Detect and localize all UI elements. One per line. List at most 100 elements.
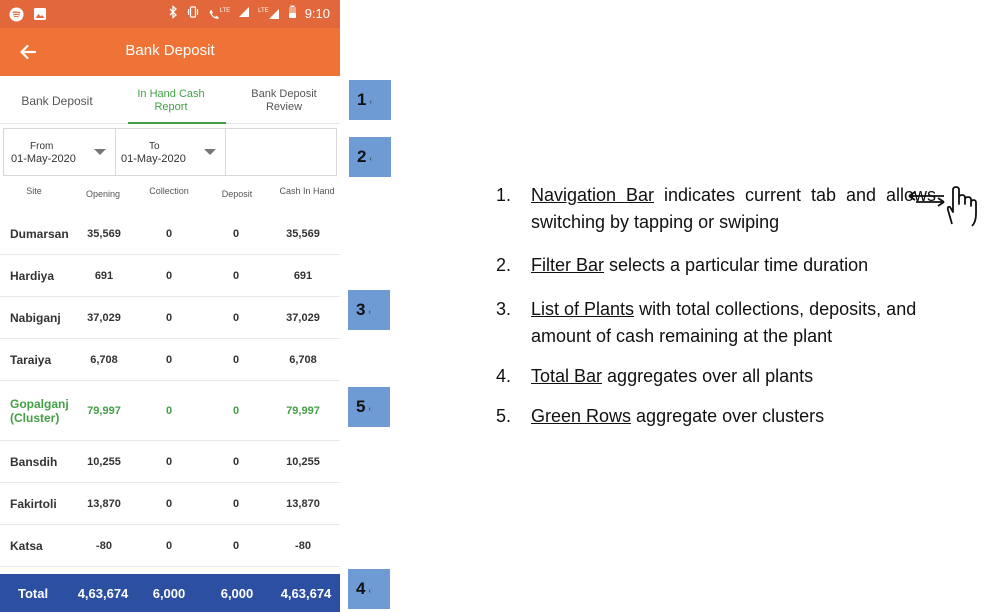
annotation-number: 5. <box>496 406 512 426</box>
annotation-number: 3. <box>496 299 512 319</box>
callout-tick: ‹ <box>369 98 372 106</box>
collection-value: 0 <box>165 311 173 324</box>
table-row[interactable]: Hardiya 691 0 0 691 <box>0 255 340 297</box>
tab-in-hand-cash-report[interactable]: In Hand Cash Report <box>114 78 228 124</box>
collection-value: 0 <box>165 353 173 366</box>
table-row[interactable]: Fakirtoli 13,870 0 0 13,870 <box>0 483 340 525</box>
cash-in-hand-value: -80 <box>295 539 311 552</box>
callout-tick: ‹ <box>368 308 371 316</box>
cash-in-hand-value: 37,029 <box>286 311 320 324</box>
tab-bank-deposit-review-label: Bank Deposit Review <box>251 88 317 113</box>
callout-number: 4 <box>356 579 366 598</box>
annotation-key: Navigation Bar <box>531 185 655 205</box>
cash-in-hand-value: 6,708 <box>289 353 317 366</box>
collection-value: 0 <box>165 269 173 282</box>
chevron-down-icon <box>204 149 216 155</box>
deposit-value: 0 <box>232 539 240 552</box>
spotify-icon <box>8 6 24 22</box>
annotation-number: 4. <box>496 366 512 386</box>
site-name: Gopalganj (Cluster) <box>10 396 69 425</box>
filter-bar: From 01-May-2020 To 01-May-2020 <box>3 128 337 176</box>
table-row[interactable]: Dumarsan 35,569 0 0 35,569 <box>0 213 340 255</box>
deposit-value: 0 <box>232 227 240 240</box>
phone-screen: LTE LTE 9:10 Bank Deposit Bank Deposit I… <box>0 0 340 612</box>
callout-number: 5 <box>356 397 366 416</box>
annotation-key: Green Rows <box>531 406 632 426</box>
tab-bank-deposit-review[interactable]: Bank Deposit Review <box>228 78 340 124</box>
annotation-key: Filter Bar <box>531 255 605 275</box>
lte-call-icon: LTE <box>208 7 231 20</box>
deposit-value: 0 <box>232 404 240 417</box>
annotation-rest: aggregate over clusters <box>631 406 825 426</box>
column-header-site: Site <box>26 186 42 196</box>
total-collection: 6,000 <box>152 585 186 601</box>
callout-badge-5: 5 ‹ <box>348 387 390 427</box>
from-label: From <box>30 141 54 152</box>
image-icon <box>32 6 48 22</box>
annotation-key: Total Bar <box>531 366 603 386</box>
bluetooth-icon <box>168 5 178 22</box>
cash-in-hand-value: 691 <box>293 269 313 282</box>
tab-in-hand-cash-report-label: In Hand Cash Report <box>137 88 205 113</box>
cash-in-hand-value: 10,255 <box>286 455 320 468</box>
callout-tick: ‹ <box>368 405 371 413</box>
cash-in-hand-value: 13,870 <box>286 497 320 510</box>
opening-value: 37,029 <box>87 311 121 324</box>
cluster-row[interactable]: Gopalganj (Cluster) 79,997 0 0 79,997 <box>0 381 340 441</box>
site-name: Nabiganj <box>10 310 61 325</box>
table-row[interactable]: Bansdih 10,255 0 0 10,255 <box>0 441 340 483</box>
column-header-opening: Opening <box>85 189 121 199</box>
callout-number: 2 <box>357 147 367 166</box>
to-label: To <box>149 141 160 152</box>
deposit-value: 0 <box>232 353 240 366</box>
deposit-value: 0 <box>232 497 240 510</box>
collection-value: 0 <box>165 539 173 552</box>
page-title: Bank Deposit <box>125 42 215 59</box>
opening-value: 79,997 <box>87 404 121 417</box>
collection-value: 0 <box>165 404 173 417</box>
table-row[interactable]: Katsa -80 0 0 -80 <box>0 525 340 567</box>
to-date-dropdown[interactable]: To 01-May-2020 <box>116 129 226 175</box>
annotation-text: Green Rows aggregate over clusters <box>531 403 936 430</box>
table-row[interactable]: Taraiya 6,708 0 0 6,708 <box>0 339 340 381</box>
annotation-rest: selects a particular time duration <box>604 255 869 275</box>
active-tab-indicator <box>128 122 226 124</box>
callout-tick: ‹ <box>368 587 371 595</box>
site-name: Fakirtoli <box>10 496 57 511</box>
site-name: Taraiya <box>10 352 52 367</box>
column-header-deposit: Deposit <box>221 189 253 199</box>
status-bar: LTE LTE 9:10 <box>0 0 340 28</box>
tab-bank-deposit[interactable]: Bank Deposit <box>0 78 114 124</box>
opening-value: 10,255 <box>87 455 121 468</box>
callout-badge-1: 1 ‹ <box>349 80 391 120</box>
status-icons: LTE LTE 9:10 <box>168 5 330 22</box>
from-date-dropdown[interactable]: From 01-May-2020 <box>4 129 116 175</box>
collection-value: 0 <box>165 455 173 468</box>
site-name: Bansdih <box>10 454 58 469</box>
callout-badge-2: 2 ‹ <box>349 137 391 177</box>
cash-in-hand-value: 79,997 <box>286 404 320 417</box>
deposit-value: 0 <box>232 455 240 468</box>
cash-in-hand-value: 35,569 <box>286 227 320 240</box>
collection-value: 0 <box>165 497 173 510</box>
lte-label-2: LTE <box>258 7 269 14</box>
deposit-value: 0 <box>232 269 240 282</box>
annotation-text: Filter Bar selects a particular time dur… <box>531 252 936 279</box>
annotation-key: List of Plants <box>531 299 635 319</box>
callout-number: 1 <box>357 90 367 109</box>
deposit-value: 0 <box>232 311 240 324</box>
vibrate-icon <box>186 5 200 22</box>
callout-badge-4: 4 ‹ <box>348 569 390 609</box>
lte-label: LTE <box>219 7 231 14</box>
site-name: Dumarsan <box>10 226 69 241</box>
annotation-number: 1. <box>496 185 512 205</box>
callout-badge-3: 3 ‹ <box>348 290 390 330</box>
opening-value: 6,708 <box>90 353 118 366</box>
callout-number: 3 <box>356 300 366 319</box>
annotation-text: List of Plants with total collections, d… <box>531 296 936 350</box>
site-name: Katsa <box>10 538 43 553</box>
site-name: Hardiya <box>10 268 55 283</box>
total-cash-in-hand: 4,63,674 <box>280 585 332 601</box>
table-row[interactable]: Nabiganj 37,029 0 0 37,029 <box>0 297 340 339</box>
signal-icon <box>238 6 250 21</box>
